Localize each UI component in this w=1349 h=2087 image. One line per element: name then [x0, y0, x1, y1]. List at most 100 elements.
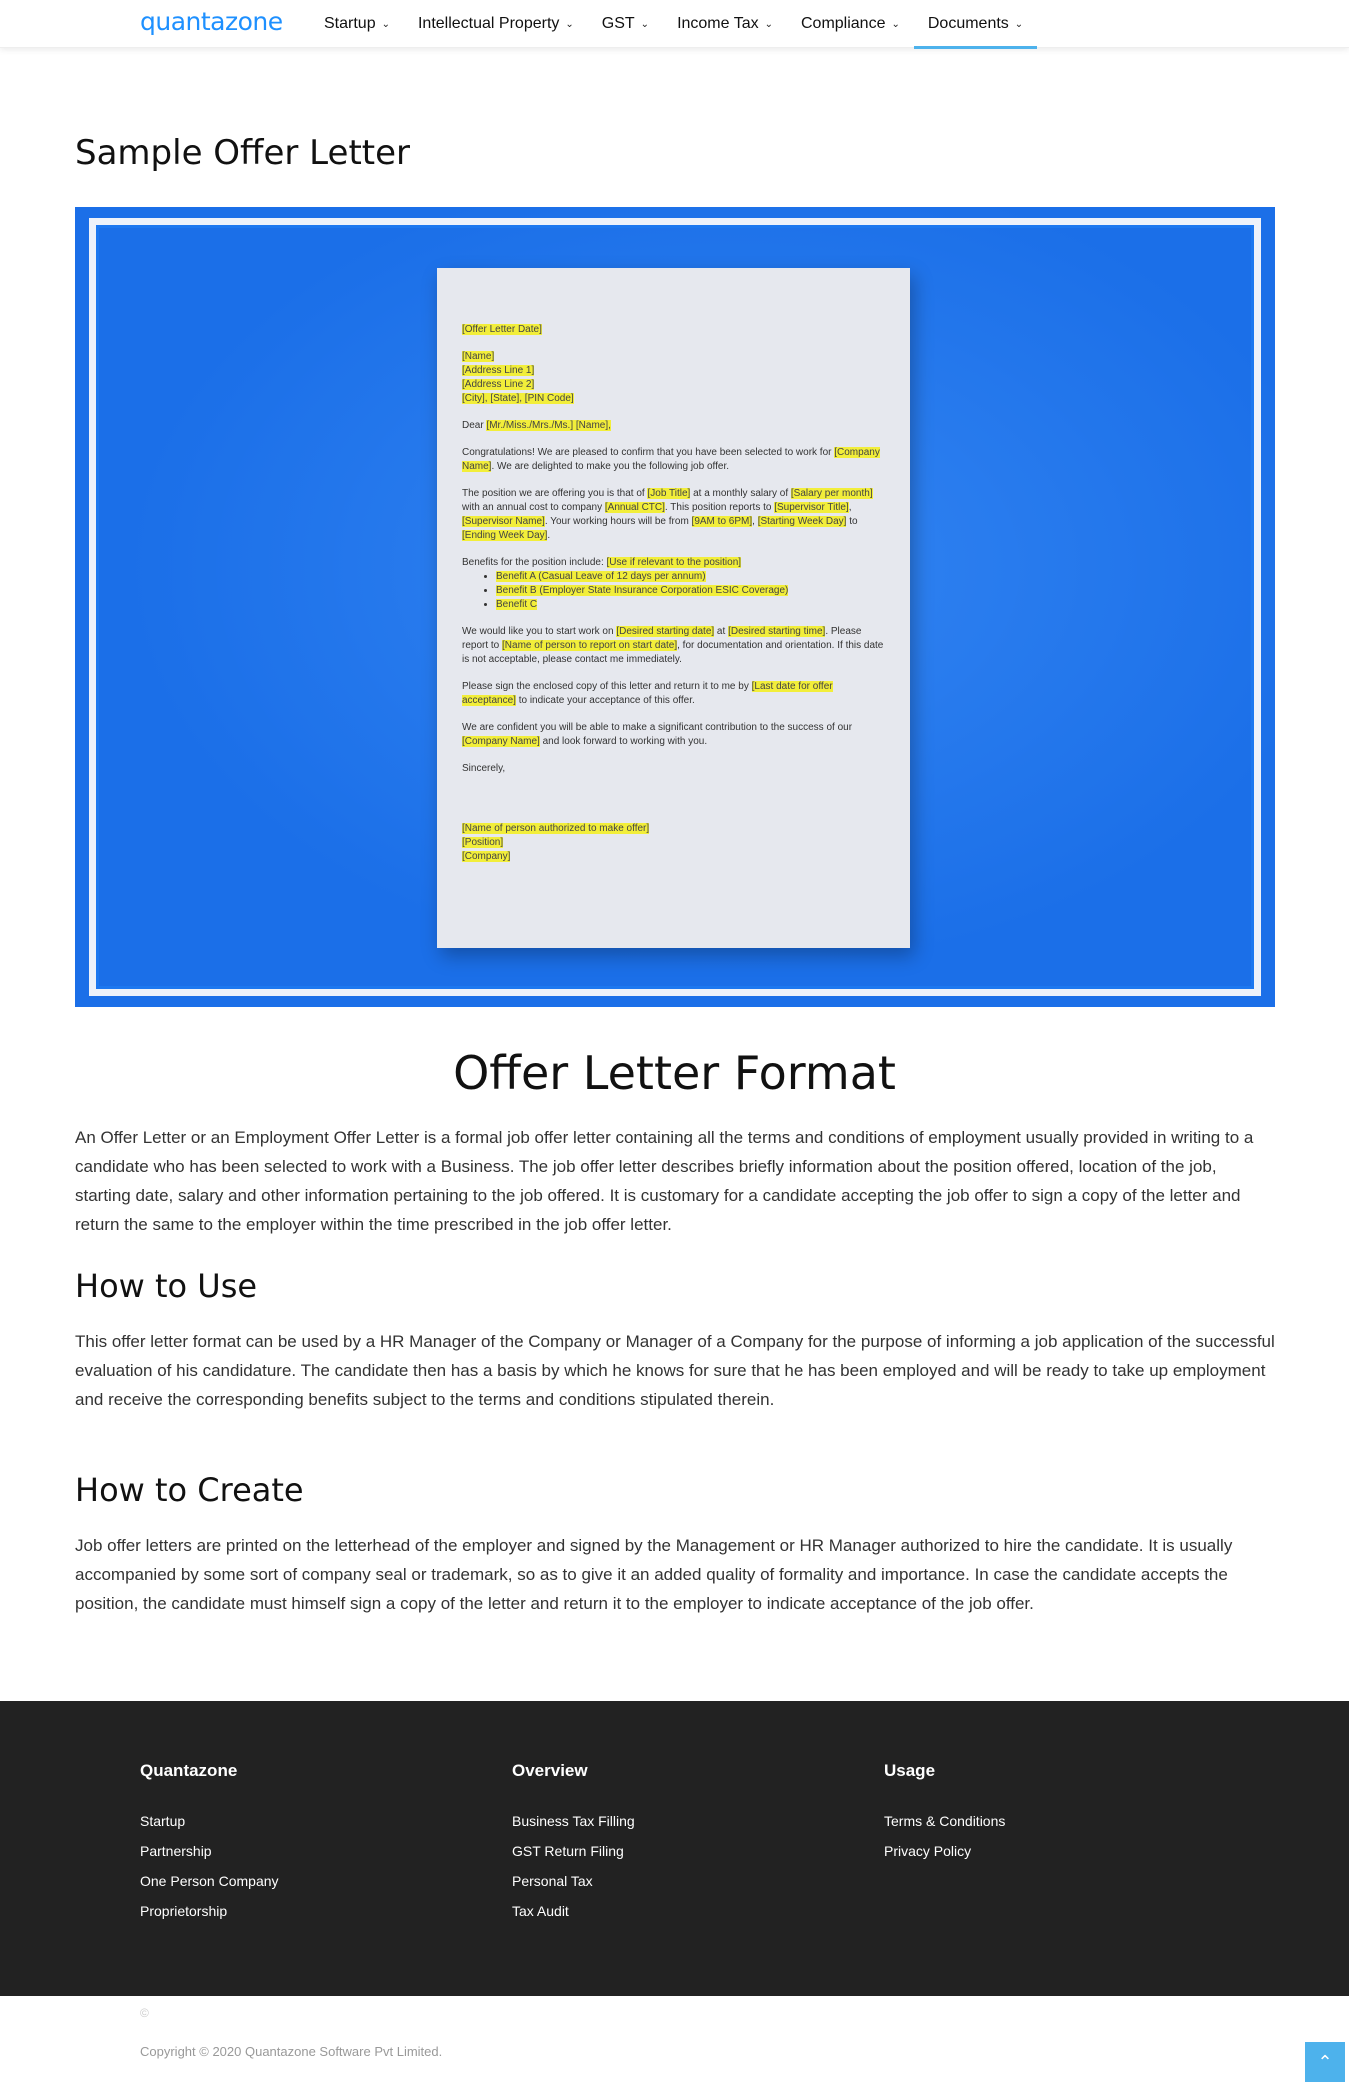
footer-link-startup[interactable]: Startup: [140, 1812, 279, 1830]
letter-sign: Please sign the enclosed copy of this le…: [462, 680, 885, 708]
bottom-bar: [0, 1996, 1349, 2087]
format-heading: Offer Letter Format: [453, 1046, 896, 1100]
chevron-down-icon: ⌄: [764, 18, 773, 30]
footer-link-partnership[interactable]: Partnership: [140, 1842, 279, 1860]
list-item: Benefit B (Employer State Insurance Corp…: [496, 584, 885, 598]
chevron-down-icon: ⌄: [640, 18, 650, 30]
main-nav: Startup ⌄ Intellectual Property ⌄ GST ⌄ …: [310, 0, 1038, 49]
letter-placeholder: [Offer Letter Date]: [462, 324, 542, 335]
footer-link-terms[interactable]: Terms & Conditions: [884, 1812, 1005, 1830]
letter-text: to: [846, 516, 858, 527]
how-to-use-paragraph: This offer letter format can be used by …: [75, 1332, 1275, 1409]
nav-gst[interactable]: GST ⌄: [588, 0, 663, 48]
letter-placeholder: [Supervisor Title]: [774, 502, 849, 513]
site-logo[interactable]: quantazone: [140, 7, 283, 36]
back-to-top-button[interactable]: ⌃: [1305, 2042, 1345, 2082]
letter-placeholder: [Company Name]: [462, 736, 540, 747]
format-paragraph: An Offer Letter or an Employment Offer L…: [75, 1128, 1254, 1234]
letter-text: Dear: [462, 420, 487, 431]
letter-placeholder: [Supervisor Name]: [462, 516, 545, 527]
letter-position: The position we are offering you is that…: [462, 487, 885, 543]
letter-text: Congratulations! We are pleased to confi…: [462, 447, 835, 458]
footer-column-quantazone: Quantazone Startup Partnership One Perso…: [140, 1761, 279, 1932]
benefits-list: Benefit A (Casual Leave of 12 days per a…: [496, 570, 885, 612]
letter-text: at a monthly salary of: [690, 488, 791, 499]
letter-placeholder: [Salary per month]: [790, 488, 873, 499]
letter-congrats: Congratulations! We are pleased to confi…: [462, 446, 885, 474]
letter-text: . We are delighted to make you the follo…: [491, 461, 730, 472]
footer-link-proprietorship[interactable]: Proprietorship: [140, 1902, 279, 1920]
letter-benefits: Benefits for the position include: [Use …: [462, 556, 885, 612]
offer-letter-image: [Offer Letter Date] [Name] [Address Line…: [75, 207, 1275, 1007]
letter-placeholder: [Name]: [462, 351, 495, 362]
letter-placeholder: [Company]: [462, 851, 511, 862]
copyright-symbol: ©: [140, 2006, 149, 2020]
letter-placeholder: [9AM to 6PM]: [691, 516, 753, 527]
chevron-up-icon: ⌃: [1317, 2051, 1333, 2072]
chevron-down-icon: ⌄: [891, 18, 900, 30]
footer-column-title: Overview: [512, 1761, 588, 1780]
letter-text: at: [714, 626, 729, 637]
footer-link-gst-return-filing[interactable]: GST Return Filing: [512, 1842, 635, 1860]
copyright-text: Copyright © 2020 Quantazone Software Pvt…: [140, 2044, 443, 2059]
letter-date: [Offer Letter Date]: [462, 323, 885, 337]
letter-address: [Name] [Address Line 1] [Address Line 2]…: [462, 350, 885, 406]
letter-placeholder: [City], [State], [PIN Code]: [462, 393, 574, 404]
footer-link-tax-audit[interactable]: Tax Audit: [512, 1902, 635, 1920]
letter-text: . This position reports to: [664, 502, 775, 513]
footer-column-overview: Overview Business Tax Filling GST Return…: [512, 1761, 635, 1932]
letter-placeholder: [Use if relevant to the position]: [606, 557, 742, 568]
list-item: Benefit C: [496, 598, 885, 612]
letter-text: We are confident you will be able to mak…: [462, 722, 853, 733]
letter-text: . Your working hours will be from: [544, 516, 692, 527]
nav-intellectual-property[interactable]: Intellectual Property ⌄: [404, 0, 588, 48]
footer-column-title: Quantazone: [140, 1761, 238, 1780]
letter-placeholder: Benefit A (Casual Leave of 12 days per a…: [496, 571, 706, 582]
letter-text: ,: [752, 516, 758, 527]
letter-text: The position we are offering you is that…: [462, 488, 648, 499]
nav-label: Documents: [927, 15, 1009, 32]
footer-link-business-tax-filling[interactable]: Business Tax Filling: [512, 1812, 635, 1830]
how-to-create-paragraph: Job offer letters are printed on the let…: [75, 1536, 1233, 1613]
nav-label: Compliance: [800, 15, 886, 32]
letter-text: We would like you to start work on: [462, 626, 617, 637]
footer-column-usage: Usage Terms & Conditions Privacy Policy: [884, 1761, 1005, 1872]
nav-compliance[interactable]: Compliance ⌄: [787, 0, 914, 48]
nav-documents[interactable]: Documents ⌄: [913, 0, 1038, 49]
letter-text: and look forward to working with you.: [539, 736, 708, 747]
letter-placeholder: [Job Title]: [647, 488, 691, 499]
letter-placeholder: [Desired starting time]: [728, 626, 826, 637]
letter-text: Benefits for the position include:: [462, 557, 607, 568]
letter-placeholder: [Position]: [462, 837, 504, 848]
letter-start: We would like you to start work on [Desi…: [462, 625, 885, 667]
letter-signature: [Name of person authorized to make offer…: [462, 822, 885, 864]
footer-column-title: Usage: [884, 1761, 936, 1780]
nav-label: Intellectual Property: [417, 15, 560, 32]
nav-label: Income Tax: [677, 15, 759, 32]
nav-startup[interactable]: Startup ⌄: [310, 0, 404, 48]
letter-placeholder: [Annual CTC]: [604, 502, 665, 513]
letter-salutation: Dear [Mr./Miss./Mrs./Ms.] [Name],: [462, 419, 885, 433]
letter-text: with an annual cost to company: [462, 502, 605, 513]
nav-label: GST: [601, 15, 635, 32]
footer-link-privacy[interactable]: Privacy Policy: [884, 1842, 1005, 1860]
chevron-down-icon: ⌄: [381, 18, 390, 30]
chevron-down-icon: ⌄: [1014, 18, 1024, 30]
letter-text: to indicate your acceptance of this offe…: [515, 695, 695, 706]
letter-paper: [Offer Letter Date] [Name] [Address Line…: [437, 268, 910, 948]
letter-text: ,: [848, 502, 852, 513]
site-footer: Quantazone Startup Partnership One Perso…: [0, 1701, 1349, 1996]
nav-income-tax[interactable]: Income Tax ⌄: [663, 0, 787, 48]
letter-placeholder: [Mr./Miss./Mrs./Ms.] [Name],: [486, 420, 611, 431]
letter-placeholder: [Starting Week Day]: [757, 516, 847, 527]
letter-placeholder: [Ending Week Day]: [462, 530, 548, 541]
letter-placeholder: [Desired starting date]: [616, 626, 715, 637]
footer-link-personal-tax[interactable]: Personal Tax: [512, 1872, 635, 1890]
letter-text: .: [547, 530, 551, 541]
site-header: quantazone Startup ⌄ Intellectual Proper…: [0, 0, 1349, 49]
letter-text: Please sign the enclosed copy of this le…: [462, 681, 752, 692]
footer-link-one-person-company[interactable]: One Person Company: [140, 1872, 279, 1890]
how-to-use-heading: How to Use: [75, 1267, 258, 1305]
page-title: Sample Offer Letter: [75, 133, 411, 173]
nav-label: Startup: [324, 15, 376, 32]
